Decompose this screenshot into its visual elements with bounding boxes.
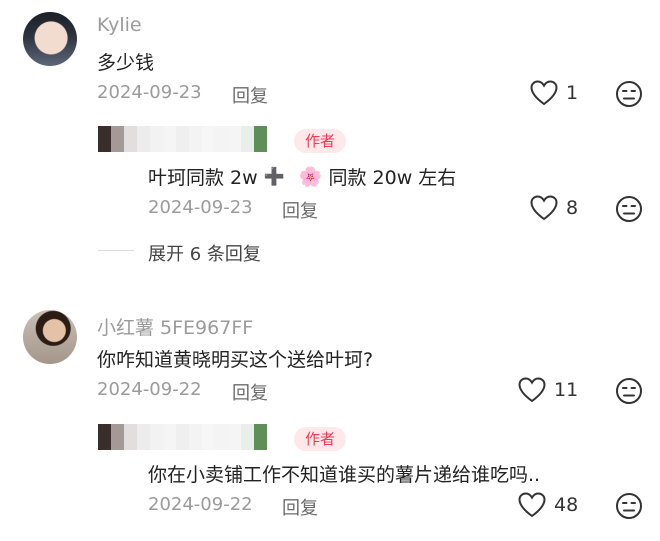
reply-button[interactable]: 回复: [282, 494, 318, 520]
like-count: 8: [566, 197, 579, 219]
comment-text[interactable]: 多少钱: [97, 48, 154, 75]
emoji-button[interactable]: [615, 377, 643, 409]
neutral-face-icon: [616, 81, 642, 107]
emoji-button[interactable]: [615, 492, 643, 524]
neutral-face-icon: [616, 196, 642, 222]
neutral-face-icon: [616, 493, 642, 519]
username[interactable]: Kylie: [97, 14, 142, 36]
reply-date: 2024-09-22: [148, 494, 253, 515]
plus-emoji: ➕: [263, 166, 285, 187]
avatar[interactable]: [23, 310, 77, 364]
avatar[interactable]: [23, 12, 77, 66]
like-button[interactable]: 1: [530, 80, 578, 106]
reply-button[interactable]: 回复: [282, 197, 318, 223]
cherry-blossom-emoji: 🌸: [298, 166, 323, 188]
author-badge: 作者: [294, 129, 347, 153]
like-button[interactable]: 48: [518, 492, 578, 518]
expand-replies-button[interactable]: 展开 6 条回复: [148, 240, 261, 266]
heart-outline-icon: [518, 492, 546, 518]
comment-date: 2024-09-22: [97, 379, 202, 400]
like-button[interactable]: 8: [530, 195, 578, 221]
reply-avatar-mosaic[interactable]: [98, 126, 267, 152]
reply-date: 2024-09-23: [148, 197, 253, 218]
reply-text[interactable]: 叶珂同款 2w ➕ 🌸 同款 20w 左右: [148, 163, 456, 190]
heart-outline-icon: [530, 80, 558, 106]
like-count: 48: [554, 494, 579, 516]
reply-button[interactable]: 回复: [232, 82, 268, 108]
like-button[interactable]: 11: [518, 377, 578, 403]
heart-outline-icon: [530, 195, 558, 221]
emoji-button[interactable]: [615, 80, 643, 112]
comment-text[interactable]: 你咋知道黄晓明买这个送给叶珂?: [97, 345, 373, 372]
reply-button[interactable]: 回复: [232, 379, 268, 405]
like-count: 1: [566, 82, 579, 104]
heart-outline-icon: [518, 377, 546, 403]
expand-divider: [98, 250, 134, 251]
like-count: 11: [554, 379, 579, 401]
reply-avatar-mosaic[interactable]: [98, 424, 267, 450]
comment-date: 2024-09-23: [97, 82, 202, 103]
emoji-button[interactable]: [615, 195, 643, 227]
username[interactable]: 小红薯 5FE967FF: [97, 313, 253, 340]
reply-text[interactable]: 你在小卖铺工作不知道谁买的薯片递给谁吃吗..: [148, 460, 540, 487]
neutral-face-icon: [616, 378, 642, 404]
author-badge: 作者: [294, 427, 347, 451]
